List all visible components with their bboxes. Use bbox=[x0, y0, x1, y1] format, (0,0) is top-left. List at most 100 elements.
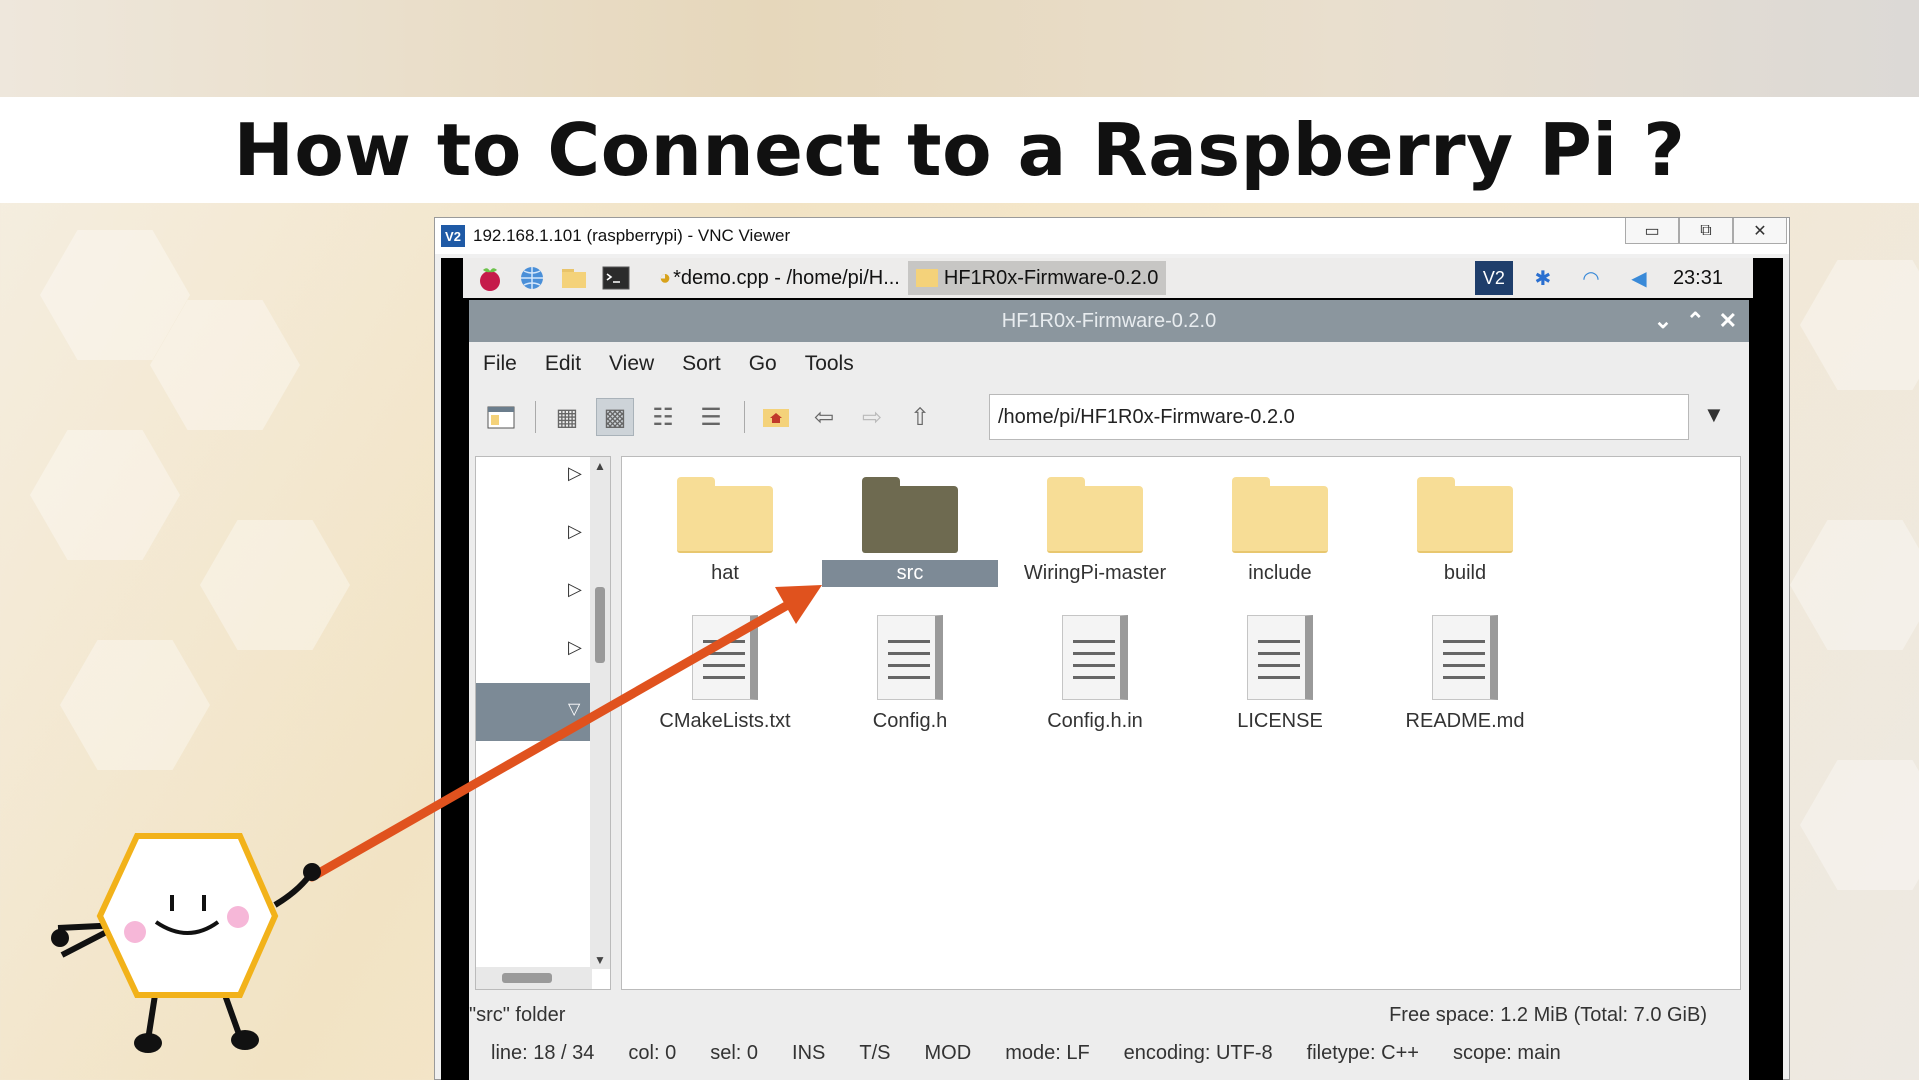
free-space-status: Free space: 1.2 MiB (Total: 7.0 GiB) bbox=[1389, 1004, 1707, 1026]
thumbnail-view-icon[interactable]: ▩ bbox=[596, 398, 634, 436]
menu-file[interactable]: File bbox=[483, 352, 517, 376]
back-arrow-icon[interactable]: ⇦ bbox=[805, 398, 843, 436]
editor-status-bar: line: 18 / 34 col: 0 sel: 0 INS T/S MOD … bbox=[469, 1032, 1749, 1074]
file-manager-titlebar[interactable]: HF1R0x-Firmware-0.2.0 ⌄ ⌃ ✕ bbox=[469, 300, 1749, 342]
file-item[interactable]: README.md bbox=[1376, 605, 1554, 735]
file-manager-icon[interactable] bbox=[559, 263, 589, 293]
file-manager-title: HF1R0x-Firmware-0.2.0 bbox=[1001, 309, 1217, 332]
file-item[interactable]: Config.h bbox=[821, 605, 999, 735]
menu-sort[interactable]: Sort bbox=[682, 352, 721, 376]
file-item[interactable]: LICENSE bbox=[1191, 605, 1369, 735]
vnc-viewer-window: V2 192.168.1.101 (raspberrypi) - VNC Vie… bbox=[434, 217, 1790, 1080]
menu-view[interactable]: View bbox=[609, 352, 654, 376]
terminal-icon[interactable] bbox=[601, 263, 631, 293]
filetype-status: filetype: C++ bbox=[1306, 1041, 1419, 1064]
scroll-up-icon[interactable]: ▲ bbox=[594, 459, 606, 473]
expand-arrow-icon[interactable]: ▷ bbox=[568, 579, 582, 600]
vnc-titlebar[interactable]: V2 192.168.1.101 (raspberrypi) - VNC Vie… bbox=[435, 218, 1789, 254]
vertical-scrollbar[interactable]: ▲ ▼ bbox=[590, 457, 610, 969]
folder-item[interactable]: WiringPi-master bbox=[1006, 457, 1184, 587]
icon-view-icon[interactable]: ▦ bbox=[548, 398, 586, 436]
folder-item[interactable]: hat bbox=[636, 457, 814, 587]
line-status: line: 18 / 34 bbox=[491, 1041, 595, 1064]
folder-icon bbox=[677, 477, 773, 553]
compact-view-icon[interactable]: ☷ bbox=[644, 398, 682, 436]
text-file-icon bbox=[692, 615, 758, 700]
vnc-logo-icon: V2 bbox=[441, 225, 465, 247]
slide-top-band bbox=[0, 0, 1919, 97]
file-item[interactable]: Config.h.in bbox=[1006, 605, 1184, 735]
raspberry-menu-icon[interactable] bbox=[475, 263, 505, 293]
expand-arrow-icon[interactable]: ▷ bbox=[568, 463, 582, 484]
vnc-window-title: 192.168.1.101 (raspberrypi) - VNC Viewer bbox=[473, 226, 791, 245]
folder-name: build bbox=[1443, 562, 1487, 584]
folder-icon bbox=[1232, 477, 1328, 553]
tree-selected-row[interactable]: ▽ bbox=[476, 683, 592, 741]
folder-icon bbox=[915, 269, 938, 287]
volume-icon[interactable]: ◀ bbox=[1621, 263, 1657, 293]
scope-status: scope: main bbox=[1452, 1041, 1561, 1064]
home-icon[interactable] bbox=[757, 398, 795, 436]
scrollbar-thumb[interactable] bbox=[595, 587, 605, 663]
menu-bar: File Edit View Sort Go Tools bbox=[469, 342, 882, 386]
new-window-icon[interactable] bbox=[483, 398, 521, 436]
col-status: col: 0 bbox=[628, 1041, 677, 1064]
mode-status: mode: LF bbox=[1005, 1041, 1090, 1064]
folder-item[interactable]: src bbox=[821, 457, 999, 587]
folder-item[interactable]: build bbox=[1376, 457, 1554, 587]
expand-arrow-icon[interactable]: ▷ bbox=[568, 637, 582, 658]
file-item[interactable]: CMakeLists.txt bbox=[636, 605, 814, 735]
collapse-arrow-icon[interactable]: ▽ bbox=[568, 699, 580, 719]
file-icon-view: hat src WiringPi-master include build CM… bbox=[621, 456, 1741, 990]
chevron-up-icon[interactable]: ⌃ bbox=[1686, 308, 1704, 334]
file-name: LICENSE bbox=[1237, 710, 1323, 732]
folder-name: WiringPi-master bbox=[1023, 562, 1167, 584]
chevron-down-icon[interactable]: ▼ bbox=[1703, 402, 1725, 428]
folder-name: src bbox=[822, 560, 998, 587]
horizontal-scrollbar-thumb[interactable] bbox=[502, 973, 552, 983]
vnc-tray-icon[interactable]: V2 bbox=[1474, 261, 1513, 295]
menu-go[interactable]: Go bbox=[749, 352, 777, 376]
file-name: CMakeLists.txt bbox=[659, 710, 791, 732]
mod-status: MOD bbox=[924, 1041, 972, 1064]
forward-arrow-icon[interactable]: ⇨ bbox=[853, 398, 891, 436]
file-name: README.md bbox=[1405, 710, 1525, 732]
minimize-button[interactable]: ▭ bbox=[1625, 218, 1679, 244]
expand-arrow-icon[interactable]: ▷ bbox=[568, 521, 582, 542]
sel-status: sel: 0 bbox=[710, 1041, 759, 1064]
web-browser-icon[interactable] bbox=[517, 263, 547, 293]
scroll-down-icon[interactable]: ▼ bbox=[594, 953, 606, 967]
up-arrow-icon[interactable]: ⇧ bbox=[901, 398, 939, 436]
toolbar: ▦ ▩ ☷ ☰ ⇦ ⇨ ⇧ /home/pi/HF1R0x-Firmware-0… bbox=[469, 386, 1749, 448]
folder-icon bbox=[1417, 477, 1513, 553]
text-file-icon bbox=[1062, 615, 1128, 700]
folder-item[interactable]: include bbox=[1191, 457, 1369, 587]
file-manager-status-bar: "src" folder Free space: 1.2 MiB (Total:… bbox=[469, 1000, 1749, 1032]
task-editor-label: *demo.cpp - /home/pi/H... bbox=[673, 266, 900, 289]
encoding-status: encoding: UTF-8 bbox=[1123, 1041, 1273, 1064]
task-editor[interactable]: ◕ *demo.cpp - /home/pi/H... bbox=[651, 261, 908, 295]
file-manager-window-controls: ⌄ ⌃ ✕ bbox=[1654, 300, 1737, 342]
file-name: Config.h.in bbox=[1047, 710, 1143, 732]
wifi-icon[interactable]: ◠ bbox=[1573, 263, 1609, 293]
slide-title: How to Connect to a Raspberry Pi ? bbox=[233, 108, 1686, 192]
clock[interactable]: 23:31 bbox=[1673, 267, 1723, 290]
close-button[interactable]: ✕ bbox=[1733, 218, 1787, 244]
toolbar-separator bbox=[535, 401, 536, 433]
vnc-window-controls: ▭ ⧉ ✕ bbox=[1625, 218, 1787, 244]
chevron-down-icon[interactable]: ⌄ bbox=[1654, 308, 1672, 334]
menu-edit[interactable]: Edit bbox=[545, 352, 581, 376]
task-file-manager-label: HF1R0x-Firmware-0.2.0 bbox=[943, 266, 1159, 289]
menu-tools[interactable]: Tools bbox=[805, 352, 854, 376]
raspberry-pi-desktop: ◕ *demo.cpp - /home/pi/H... HF1R0x-Firmw… bbox=[441, 258, 1783, 1080]
toolbar-separator bbox=[744, 401, 745, 433]
selection-status: "src" folder bbox=[469, 1004, 566, 1026]
restore-button[interactable]: ⧉ bbox=[1679, 218, 1733, 244]
detailed-list-view-icon[interactable]: ☰ bbox=[692, 398, 730, 436]
close-icon[interactable]: ✕ bbox=[1719, 308, 1737, 334]
path-input[interactable]: /home/pi/HF1R0x-Firmware-0.2.0 bbox=[989, 394, 1689, 440]
directory-tree-pane[interactable]: ▷ ▷ ▷ ▷ ▽ ▲ ▼ bbox=[475, 456, 611, 990]
task-file-manager[interactable]: HF1R0x-Firmware-0.2.0 bbox=[907, 261, 1167, 295]
pi-taskbar: ◕ *demo.cpp - /home/pi/H... HF1R0x-Firmw… bbox=[463, 258, 1753, 298]
bluetooth-icon[interactable]: ✱ bbox=[1525, 263, 1561, 293]
